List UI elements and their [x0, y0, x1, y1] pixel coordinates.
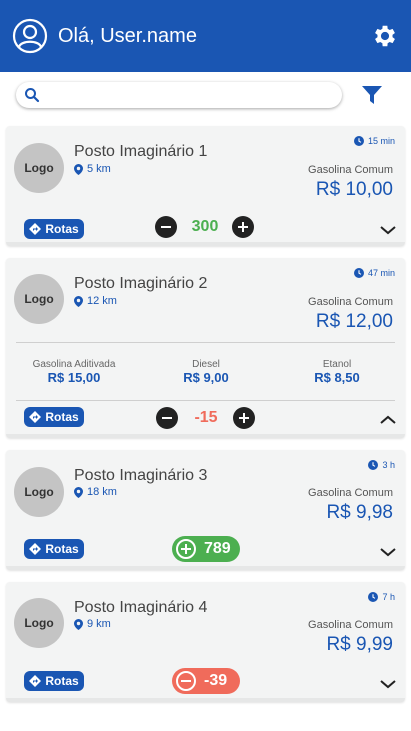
- search-row: [0, 72, 411, 118]
- vote-count: -15: [194, 409, 218, 426]
- filter-icon[interactable]: [360, 83, 384, 107]
- distance-value: 18 km: [87, 486, 117, 498]
- divider: [16, 400, 395, 401]
- routes-button[interactable]: Rotas: [24, 407, 84, 427]
- greeting-text: Olá, User.name: [58, 24, 197, 47]
- time-value: 15 min: [367, 136, 395, 146]
- time-value: 47 min: [367, 268, 395, 278]
- fuel-type: Gasolina Comum: [308, 619, 393, 631]
- station-logo: Logo: [14, 143, 64, 193]
- routes-button[interactable]: Rotas: [24, 539, 84, 559]
- minus-icon: [176, 671, 196, 691]
- station-card[interactable]: Logo Posto Imaginário 3 18 km 3 h Gasoli…: [6, 450, 405, 570]
- station-time: 3 h: [368, 460, 395, 470]
- station-distance: 9 km: [74, 618, 111, 630]
- other-fuel-label: Gasolina Aditivada: [32, 359, 116, 370]
- station-logo: Logo: [14, 274, 64, 324]
- station-distance: 5 km: [74, 163, 111, 175]
- fuel-price: R$ 10,00: [315, 179, 393, 200]
- other-fuel: Gasolina Aditivada R$ 15,00: [24, 359, 124, 385]
- vote-count: 789: [204, 540, 231, 557]
- routes-button[interactable]: Rotas: [24, 671, 84, 691]
- vote-count: -39: [204, 672, 228, 689]
- downvote-button[interactable]: [156, 407, 178, 429]
- routes-label: Rotas: [45, 674, 79, 688]
- chevron-down-icon[interactable]: [379, 678, 397, 690]
- fuel-type: Gasolina Comum: [308, 164, 393, 176]
- station-time: 47 min: [353, 268, 395, 278]
- plus-icon: [238, 222, 248, 232]
- station-card[interactable]: Logo Posto Imaginário 2 12 km 47 min Gas…: [6, 258, 405, 438]
- minus-icon: [161, 226, 171, 228]
- directions-icon: [29, 223, 42, 235]
- fuel-type: Gasolina Comum: [308, 487, 393, 499]
- app-screen: Olá, User.name Logo Posto Imaginário 1 5…: [0, 0, 411, 731]
- plus-icon: [239, 413, 249, 423]
- station-time: 15 min: [353, 136, 395, 146]
- clock-icon: [368, 460, 379, 470]
- vote-count: 300: [191, 218, 219, 235]
- routes-label: Rotas: [45, 410, 79, 424]
- distance-value: 5 km: [87, 163, 111, 175]
- station-name: Posto Imaginário 1: [74, 143, 208, 160]
- upvote-button[interactable]: [232, 216, 254, 238]
- station-distance: 18 km: [74, 486, 117, 498]
- station-name: Posto Imaginário 4: [74, 599, 208, 616]
- distance-value: 12 km: [87, 295, 117, 307]
- location-pin-icon: [74, 163, 83, 175]
- routes-button[interactable]: Rotas: [24, 219, 84, 239]
- station-card[interactable]: Logo Posto Imaginário 4 9 km 7 h Gasolin…: [6, 582, 405, 702]
- location-pin-icon: [74, 486, 83, 498]
- directions-icon: [29, 411, 42, 423]
- other-fuel: Etanol R$ 8,50: [287, 359, 387, 385]
- routes-label: Rotas: [45, 542, 79, 556]
- downvoted-pill[interactable]: -39: [172, 668, 240, 694]
- upvote-button[interactable]: [233, 407, 255, 429]
- location-pin-icon: [74, 618, 83, 630]
- fuel-price: R$ 9,98: [326, 502, 393, 523]
- minus-icon: [162, 417, 172, 419]
- location-pin-icon: [74, 295, 83, 307]
- other-fuel-label: Etanol: [322, 359, 352, 370]
- search-box[interactable]: [16, 82, 342, 108]
- divider: [16, 342, 395, 343]
- station-logo: Logo: [14, 598, 64, 648]
- clock-icon: [368, 592, 379, 602]
- fuel-price: R$ 9,99: [326, 634, 393, 655]
- directions-icon: [29, 675, 42, 687]
- other-fuel: Diesel R$ 9,00: [156, 359, 256, 385]
- clock-icon: [353, 136, 364, 146]
- chevron-down-icon[interactable]: [379, 546, 397, 558]
- app-header: Olá, User.name: [0, 0, 411, 72]
- chevron-up-icon[interactable]: [379, 414, 397, 426]
- plus-icon: [176, 539, 196, 559]
- clock-icon: [353, 268, 364, 278]
- station-name: Posto Imaginário 3: [74, 467, 208, 484]
- user-circle-icon[interactable]: [12, 18, 48, 54]
- upvoted-pill[interactable]: 789: [172, 536, 240, 562]
- time-value: 7 h: [382, 592, 395, 602]
- station-distance: 12 km: [74, 295, 117, 307]
- other-fuel-price: R$ 8,50: [314, 370, 360, 385]
- station-name: Posto Imaginário 2: [74, 275, 208, 292]
- chevron-down-icon[interactable]: [379, 224, 397, 236]
- downvote-button[interactable]: [155, 216, 177, 238]
- other-fuel-label: Diesel: [192, 359, 220, 370]
- distance-value: 9 km: [87, 618, 111, 630]
- search-icon: [25, 88, 40, 103]
- station-logo: Logo: [14, 467, 64, 517]
- time-value: 3 h: [382, 460, 395, 470]
- other-fuel-price: R$ 15,00: [47, 370, 101, 385]
- gear-icon[interactable]: [371, 22, 399, 50]
- search-input[interactable]: [46, 84, 342, 106]
- fuel-type: Gasolina Comum: [308, 296, 393, 308]
- station-card[interactable]: Logo Posto Imaginário 1 5 km 15 min Gaso…: [6, 126, 405, 246]
- station-time: 7 h: [368, 592, 395, 602]
- directions-icon: [29, 543, 42, 555]
- other-fuel-price: R$ 9,00: [183, 370, 229, 385]
- fuel-price: R$ 12,00: [315, 311, 393, 332]
- routes-label: Rotas: [45, 222, 79, 236]
